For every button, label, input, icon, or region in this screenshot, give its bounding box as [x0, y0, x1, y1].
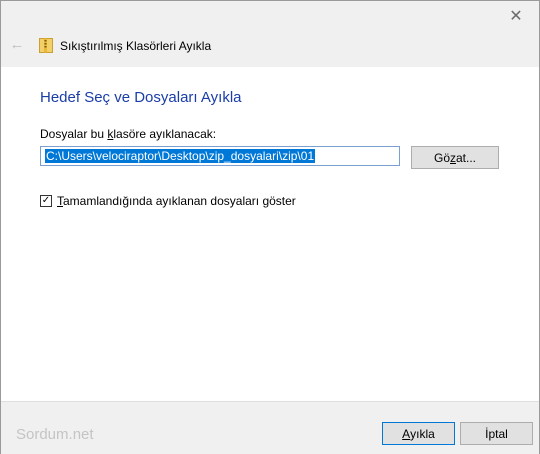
destination-label: Dosyalar bu klasöre ayıklanacak:: [40, 127, 217, 141]
watermark: Sordum.net: [16, 426, 94, 443]
dialog-header: ✕ ← Sıkıştırılmış Klasörleri Ayıkla: [1, 1, 539, 67]
back-button[interactable]: ←: [9, 35, 25, 53]
show-files-label: Tamamlandığında ayıklanan dosyaları göst…: [57, 194, 296, 208]
destination-path-value: C:\Users\velociraptor\Desktop\zip_dosyal…: [45, 149, 316, 163]
back-arrow-icon: ←: [9, 35, 25, 53]
show-files-checkbox[interactable]: ✓: [40, 195, 52, 207]
close-button[interactable]: ✕: [493, 1, 539, 31]
show-files-option[interactable]: ✓ Tamamlandığında ayıklanan dosyaları gö…: [40, 194, 296, 208]
destination-path-input[interactable]: C:\Users\velociraptor\Desktop\zip_dosyal…: [40, 146, 400, 166]
close-icon: ✕: [509, 8, 523, 25]
browse-button[interactable]: Gö z at...: [411, 146, 499, 169]
zip-folder-icon: [39, 38, 53, 53]
extract-button[interactable]: Ayıkla: [382, 422, 455, 445]
page-heading: Hedef Seç ve Dosyaları Ayıkla: [40, 89, 242, 106]
cancel-button[interactable]: İptal: [460, 422, 533, 445]
checkmark-icon: ✓: [41, 195, 51, 206]
dialog-title: Sıkıştırılmış Klasörleri Ayıkla: [60, 39, 212, 53]
extract-dialog: ✕ ← Sıkıştırılmış Klasörleri Ayıkla Hede…: [0, 0, 540, 454]
